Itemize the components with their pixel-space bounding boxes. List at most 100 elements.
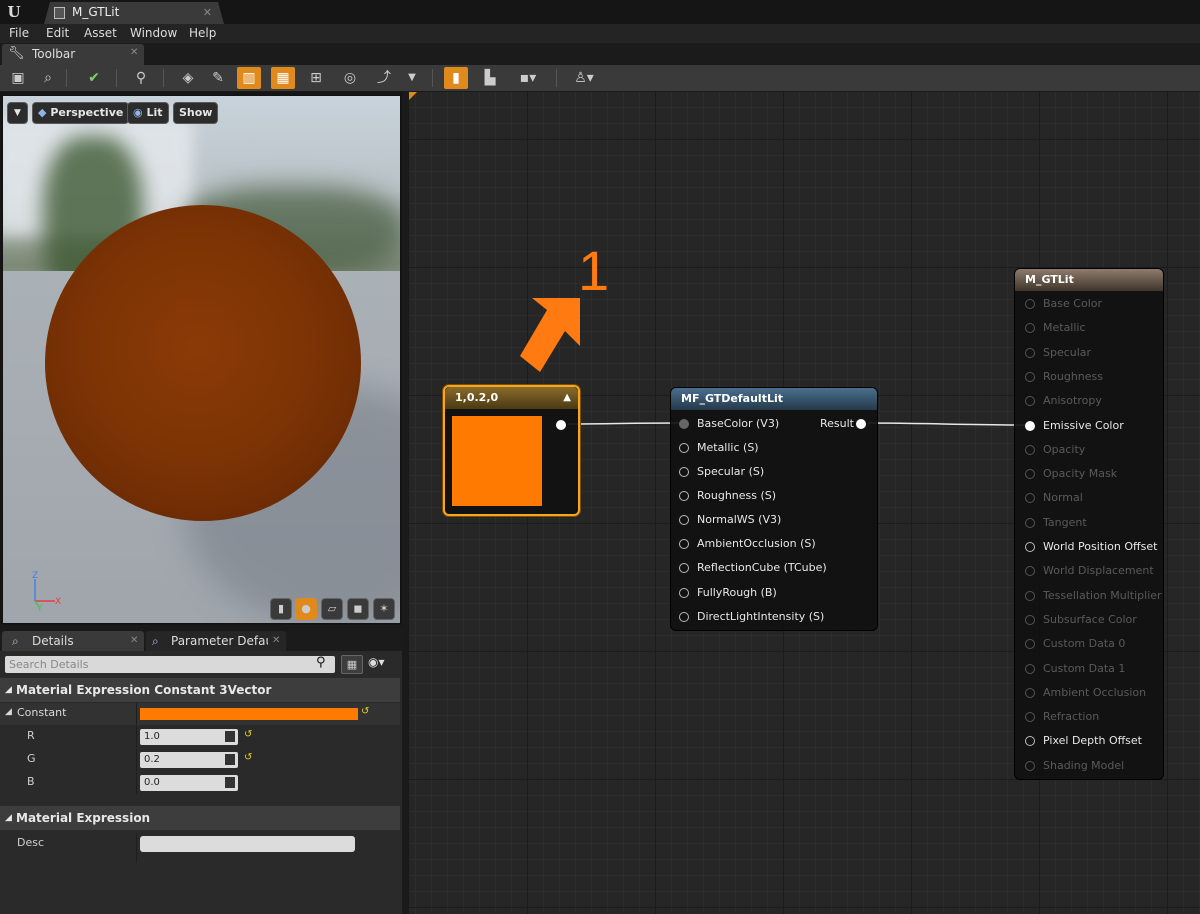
result-pin-row[interactable]: Opacity Mask: [1015, 464, 1163, 484]
material-result-node[interactable]: M_GTLit Base Color Metallic Specular Roughn…: [1014, 268, 1164, 780]
input-pin[interactable]: [1025, 299, 1035, 309]
clean-up-icon[interactable]: ✎: [206, 67, 230, 89]
pin-row[interactable]: Specular (S): [671, 462, 877, 482]
home-icon[interactable]: ◈: [176, 67, 200, 89]
input-pin[interactable]: [1025, 712, 1035, 723]
result-pin-row[interactable]: Base Color: [1015, 294, 1163, 314]
result-pin-row[interactable]: Custom Data 0: [1015, 634, 1163, 654]
perspective-button[interactable]: ◆ Perspective: [32, 102, 130, 124]
result-pin-row[interactable]: Custom Data 1: [1015, 659, 1163, 679]
result-pin-row[interactable]: Tangent: [1015, 513, 1163, 533]
drag-handle-icon[interactable]: [225, 754, 235, 765]
reset-to-default-icon[interactable]: ↺: [244, 729, 252, 740]
close-tab-icon[interactable]: ✕: [130, 631, 138, 651]
result-pin-row[interactable]: Refraction: [1015, 707, 1163, 727]
result-pin-row[interactable]: Shading Model: [1015, 756, 1163, 776]
input-pin[interactable]: [1025, 566, 1035, 577]
drag-handle-icon[interactable]: [225, 777, 235, 788]
browse-icon[interactable]: ⌕: [36, 67, 60, 89]
result-pin-row[interactable]: Metallic: [1015, 318, 1163, 338]
result-pin-row[interactable]: Opacity: [1015, 440, 1163, 460]
menu-file[interactable]: File: [9, 26, 29, 40]
input-pin[interactable]: [679, 588, 689, 598]
panel-splitter[interactable]: [402, 92, 409, 914]
input-pin[interactable]: [1025, 663, 1035, 674]
output-pin[interactable]: [556, 420, 566, 430]
input-pin[interactable]: [1025, 493, 1035, 504]
input-pin[interactable]: [679, 612, 689, 622]
input-pin[interactable]: [679, 443, 689, 453]
close-tab-icon[interactable]: ✕: [272, 631, 280, 651]
close-toolbar-tab-icon[interactable]: ✕: [130, 47, 138, 58]
input-pin[interactable]: [1025, 614, 1035, 625]
input-pin[interactable]: [679, 515, 689, 525]
result-pin-row[interactable]: Emissive Color: [1015, 416, 1163, 436]
collapse-node-icon[interactable]: ▲: [563, 387, 571, 409]
pin-row[interactable]: Metallic (S): [671, 438, 877, 458]
show-button[interactable]: Show: [173, 102, 219, 124]
result-pin-row[interactable]: Tessellation Multiplier: [1015, 586, 1163, 606]
result-pin-row[interactable]: Anisotropy: [1015, 391, 1163, 411]
save-icon[interactable]: ▣: [6, 67, 30, 89]
desc-input[interactable]: [140, 836, 355, 852]
menu-window[interactable]: Window: [130, 26, 177, 40]
search-nodes-icon[interactable]: ⚲: [129, 67, 153, 89]
chevron-down-icon[interactable]: ▼: [400, 67, 424, 89]
input-pin[interactable]: [1025, 444, 1035, 455]
material-function-node[interactable]: MF_GTDefaultLit BaseColor (V3) Result Me…: [670, 387, 878, 631]
input-pin[interactable]: [1025, 590, 1035, 601]
tab-parameter-defaults[interactable]: ⌕ Parameter Defaults ✕: [146, 631, 286, 651]
preview-cube-icon[interactable]: ◼: [347, 598, 369, 620]
live-nodes-icon[interactable]: ⊞: [304, 67, 328, 89]
constant-color-swatch[interactable]: [140, 708, 358, 720]
constant3vector-node[interactable]: 1,0.2,0 ▲: [443, 385, 580, 516]
reset-to-default-icon[interactable]: ↺: [361, 706, 369, 717]
input-pin[interactable]: [679, 539, 689, 549]
pin-row[interactable]: FullyRough (B): [671, 583, 877, 603]
result-pin-row[interactable]: Normal: [1015, 488, 1163, 508]
connectors-icon[interactable]: ▥: [237, 67, 261, 89]
material-preview-viewport[interactable]: ▼ ◆ Perspective ◉ Lit Show Z X Y ▮ ● ▱ ◼…: [2, 95, 401, 624]
apply-icon[interactable]: ✔: [82, 67, 106, 89]
result-pin-row[interactable]: World Displacement: [1015, 561, 1163, 581]
input-pin[interactable]: [1025, 323, 1035, 334]
g-value-field[interactable]: 0.2: [140, 752, 238, 768]
result-pin-row[interactable]: Subsurface Color: [1015, 610, 1163, 630]
preview-mesh-icon[interactable]: ✶: [373, 598, 395, 620]
input-pin[interactable]: [1025, 396, 1035, 407]
hide-unused-icon[interactable]: ⤴: [372, 67, 396, 89]
toolbar-tab[interactable]: 🔧︎ Toolbar ✕: [2, 44, 144, 65]
property-matrix-icon[interactable]: ▦: [341, 655, 363, 674]
result-pin-row[interactable]: Specular: [1015, 343, 1163, 363]
menu-edit[interactable]: Edit: [46, 26, 69, 40]
input-pin[interactable]: [1025, 347, 1035, 358]
pin-row[interactable]: AmbientOcclusion (S): [671, 534, 877, 554]
pin-row-basecolor[interactable]: BaseColor (V3) Result: [671, 414, 877, 434]
stats-icon[interactable]: ▮: [444, 67, 468, 89]
document-tab[interactable]: M_GTLit ✕: [44, 2, 224, 24]
viewport-options-button[interactable]: ▼: [7, 102, 28, 124]
preview-plane-icon[interactable]: ▱: [321, 598, 343, 620]
input-pin[interactable]: [1025, 469, 1035, 480]
input-pin[interactable]: [679, 419, 689, 429]
input-pin[interactable]: [1025, 517, 1035, 528]
search-details-input[interactable]: Search Details: [5, 656, 335, 673]
pin-row[interactable]: NormalWS (V3): [671, 510, 877, 530]
category-header[interactable]: ◢ Material Expression: [0, 806, 400, 830]
lit-button[interactable]: ◉ Lit: [127, 102, 169, 124]
eye-icon[interactable]: ◉▾: [368, 655, 385, 669]
input-pin[interactable]: [679, 467, 689, 477]
input-pin[interactable]: [679, 491, 689, 501]
result-pin-row[interactable]: Ambient Occlusion: [1015, 683, 1163, 703]
tab-details[interactable]: ⌕ Details ✕: [2, 631, 144, 651]
mobile-stats-icon[interactable]: ▙: [478, 67, 502, 89]
pin-row[interactable]: DirectLightIntensity (S): [671, 607, 877, 627]
search-icon[interactable]: ⚲: [316, 655, 326, 670]
input-pin[interactable]: [679, 563, 689, 573]
drag-handle-icon[interactable]: [225, 731, 235, 742]
preview-cylinder-icon[interactable]: ▮: [270, 598, 292, 620]
close-tab-icon[interactable]: ✕: [203, 6, 212, 19]
preview-sphere-icon[interactable]: ●: [295, 598, 317, 620]
input-pin[interactable]: [1025, 760, 1035, 771]
category-header[interactable]: ◢ Material Expression Constant 3Vector: [0, 678, 400, 702]
